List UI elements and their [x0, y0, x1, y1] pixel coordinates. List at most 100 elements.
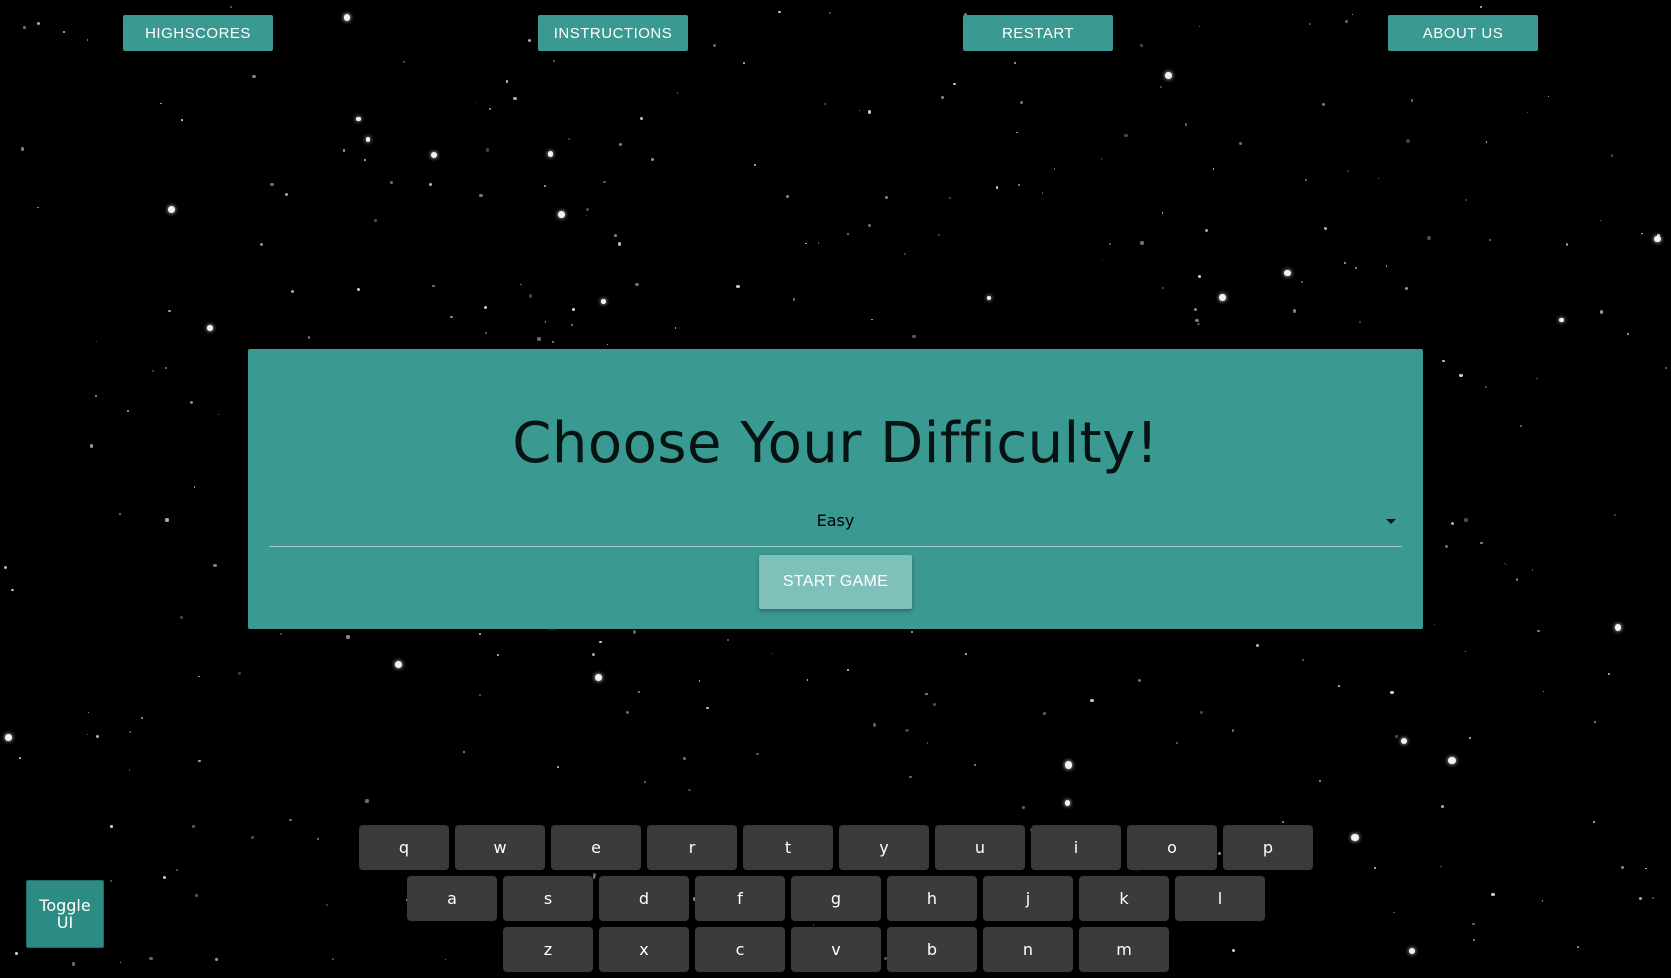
- star: [1054, 168, 1056, 170]
- star: [635, 282, 639, 287]
- star: [1022, 805, 1025, 809]
- key-j[interactable]: j: [983, 876, 1073, 921]
- star: [14, 951, 19, 956]
- star: [1536, 377, 1538, 380]
- star: [95, 734, 99, 738]
- key-p[interactable]: p: [1223, 825, 1313, 870]
- star: [374, 218, 377, 222]
- key-g[interactable]: g: [791, 876, 881, 921]
- key-s[interactable]: s: [503, 876, 593, 921]
- star: [1614, 624, 1622, 631]
- star: [1485, 140, 1488, 143]
- star: [867, 223, 871, 227]
- star: [778, 10, 781, 14]
- key-d[interactable]: d: [599, 876, 689, 921]
- star: [1488, 239, 1491, 242]
- key-a[interactable]: a: [407, 876, 497, 921]
- star: [128, 769, 131, 771]
- star: [86, 39, 89, 41]
- key-u[interactable]: u: [935, 825, 1025, 870]
- star: [364, 159, 366, 161]
- key-q[interactable]: q: [359, 825, 449, 870]
- star: [1393, 911, 1395, 913]
- star: [450, 315, 453, 319]
- star: [644, 781, 646, 783]
- star: [365, 137, 371, 142]
- about-us-button[interactable]: ABOUT US: [1388, 15, 1538, 51]
- star: [829, 11, 832, 14]
- star: [926, 741, 929, 744]
- key-f[interactable]: f: [695, 876, 785, 921]
- star: [712, 44, 716, 48]
- key-i[interactable]: i: [1031, 825, 1121, 870]
- star: [613, 233, 617, 237]
- star: [793, 298, 796, 301]
- key-o[interactable]: o: [1127, 825, 1217, 870]
- star: [486, 148, 490, 152]
- key-n[interactable]: n: [983, 927, 1073, 972]
- star: [1199, 711, 1203, 715]
- star: [1464, 198, 1467, 202]
- star: [599, 640, 602, 644]
- star: [119, 513, 121, 515]
- key-x[interactable]: x: [599, 927, 689, 972]
- key-z[interactable]: z: [503, 927, 593, 972]
- key-b[interactable]: b: [887, 927, 977, 972]
- star: [846, 669, 849, 671]
- star: [36, 22, 40, 26]
- star: [149, 956, 153, 961]
- star: [217, 413, 220, 416]
- key-h[interactable]: h: [887, 876, 977, 921]
- star: [905, 728, 909, 732]
- star: [912, 334, 916, 339]
- key-y[interactable]: y: [839, 825, 929, 870]
- star: [1160, 85, 1163, 88]
- difficulty-select[interactable]: Easy: [269, 499, 1402, 547]
- instructions-button[interactable]: INSTRUCTIONS: [538, 15, 688, 51]
- star: [651, 157, 655, 161]
- key-k[interactable]: k: [1079, 876, 1169, 921]
- key-e[interactable]: e: [551, 825, 641, 870]
- star: [86, 733, 89, 735]
- star: [1464, 518, 1468, 522]
- star: [1394, 734, 1398, 738]
- star: [1197, 274, 1202, 278]
- star: [346, 635, 350, 639]
- key-r[interactable]: r: [647, 825, 737, 870]
- star: [356, 288, 360, 292]
- star: [537, 337, 541, 341]
- key-m[interactable]: m: [1079, 927, 1169, 972]
- star: [189, 400, 194, 405]
- star: [592, 653, 595, 656]
- key-w[interactable]: w: [455, 825, 545, 870]
- star: [1390, 690, 1394, 694]
- star: [1531, 569, 1534, 571]
- key-l[interactable]: l: [1175, 876, 1265, 921]
- star: [543, 185, 546, 188]
- star: [37, 206, 40, 209]
- star: [215, 958, 218, 961]
- star: [1641, 233, 1643, 235]
- star: [1450, 521, 1454, 526]
- star: [285, 193, 288, 197]
- star: [1445, 545, 1449, 549]
- key-t[interactable]: t: [743, 825, 833, 870]
- star: [1469, 737, 1472, 739]
- star: [847, 233, 850, 236]
- star: [571, 308, 576, 312]
- toggle-ui-button[interactable]: Toggle UI: [26, 880, 104, 948]
- restart-button[interactable]: RESTART: [963, 15, 1113, 51]
- start-game-button[interactable]: START GAME: [759, 555, 912, 609]
- star: [1137, 678, 1141, 683]
- star: [937, 233, 941, 236]
- star: [444, 958, 446, 961]
- key-c[interactable]: c: [695, 927, 785, 972]
- star: [1440, 865, 1442, 868]
- star: [290, 289, 295, 294]
- star: [1344, 262, 1346, 264]
- highscores-button[interactable]: HIGHSCORES: [123, 15, 273, 51]
- star: [11, 588, 14, 591]
- star: [1337, 685, 1340, 688]
- star: [1184, 122, 1188, 126]
- key-v[interactable]: v: [791, 927, 881, 972]
